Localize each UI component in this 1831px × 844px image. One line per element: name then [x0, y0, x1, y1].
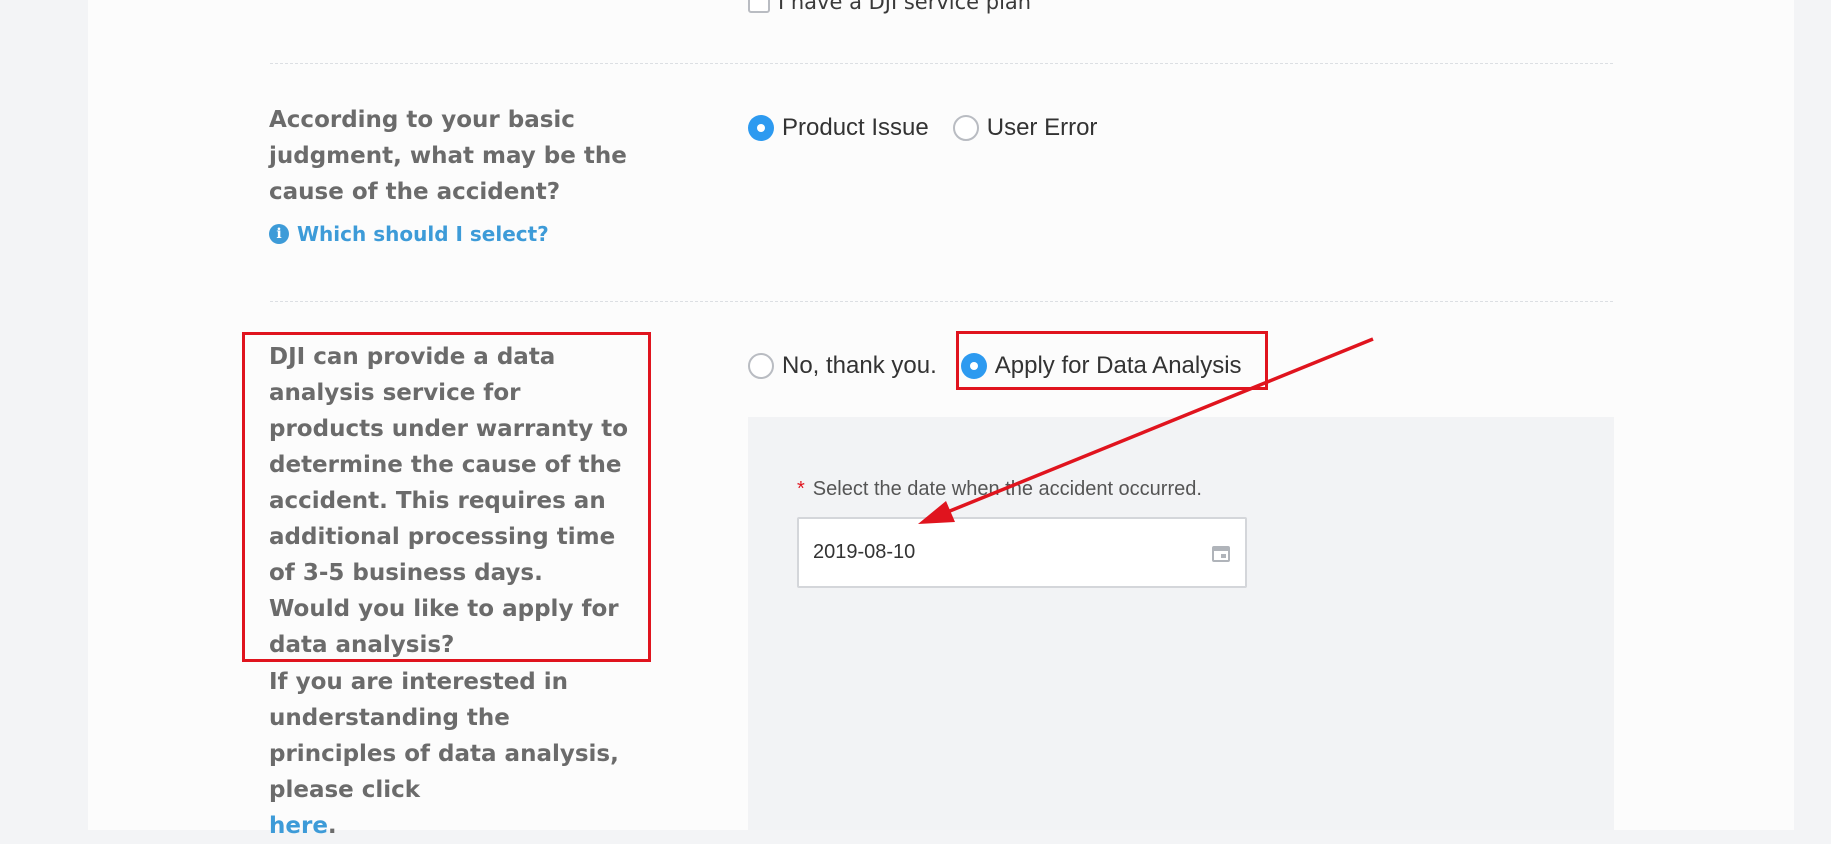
principles-end: . — [327, 813, 337, 839]
accident-date-value: 2019-08-10 — [813, 541, 916, 563]
section-divider — [270, 301, 1613, 302]
no-thanks-option[interactable]: No, thank you. — [748, 352, 937, 380]
annotation-highlight-box — [242, 332, 651, 662]
calendar-icon[interactable] — [1211, 543, 1231, 563]
section-divider — [270, 63, 1613, 64]
user-error-option[interactable]: User Error — [952, 114, 1098, 142]
no-thanks-radio[interactable] — [748, 353, 774, 379]
accident-date-input[interactable]: 2019-08-10 — [797, 517, 1247, 588]
accident-date-text: Select the date when the accident occurr… — [812, 478, 1202, 500]
service-plan-option[interactable]: I have a DJI service plan — [748, 0, 1031, 14]
required-mark: * — [797, 478, 805, 500]
user-error-label: User Error — [986, 114, 1098, 141]
principles-text: If you are interested in understanding t… — [269, 669, 619, 803]
service-plan-label: I have a DJI service plan — [778, 0, 1032, 14]
annotation-highlight-box — [956, 331, 1268, 390]
which-select-label: Which should I select? — [297, 222, 549, 246]
accident-date-label: * Select the date when the accident occur… — [797, 478, 1202, 501]
info-icon: i — [269, 224, 289, 244]
product-issue-label: Product Issue — [782, 114, 929, 141]
which-select-link[interactable]: i Which should I select? — [269, 222, 549, 246]
cause-radio-group: Product Issue User Error — [748, 114, 1121, 142]
no-thanks-label: No, thank you. — [782, 352, 937, 379]
service-plan-checkbox[interactable] — [748, 0, 770, 13]
product-issue-radio[interactable] — [748, 115, 774, 141]
principles-note: If you are interested in understanding t… — [269, 664, 629, 844]
user-error-radio[interactable] — [952, 115, 979, 141]
cause-question: According to your basic judgment, what m… — [269, 107, 627, 205]
product-issue-option[interactable]: Product Issue — [748, 114, 929, 142]
principles-here-link[interactable]: here — [269, 813, 328, 839]
